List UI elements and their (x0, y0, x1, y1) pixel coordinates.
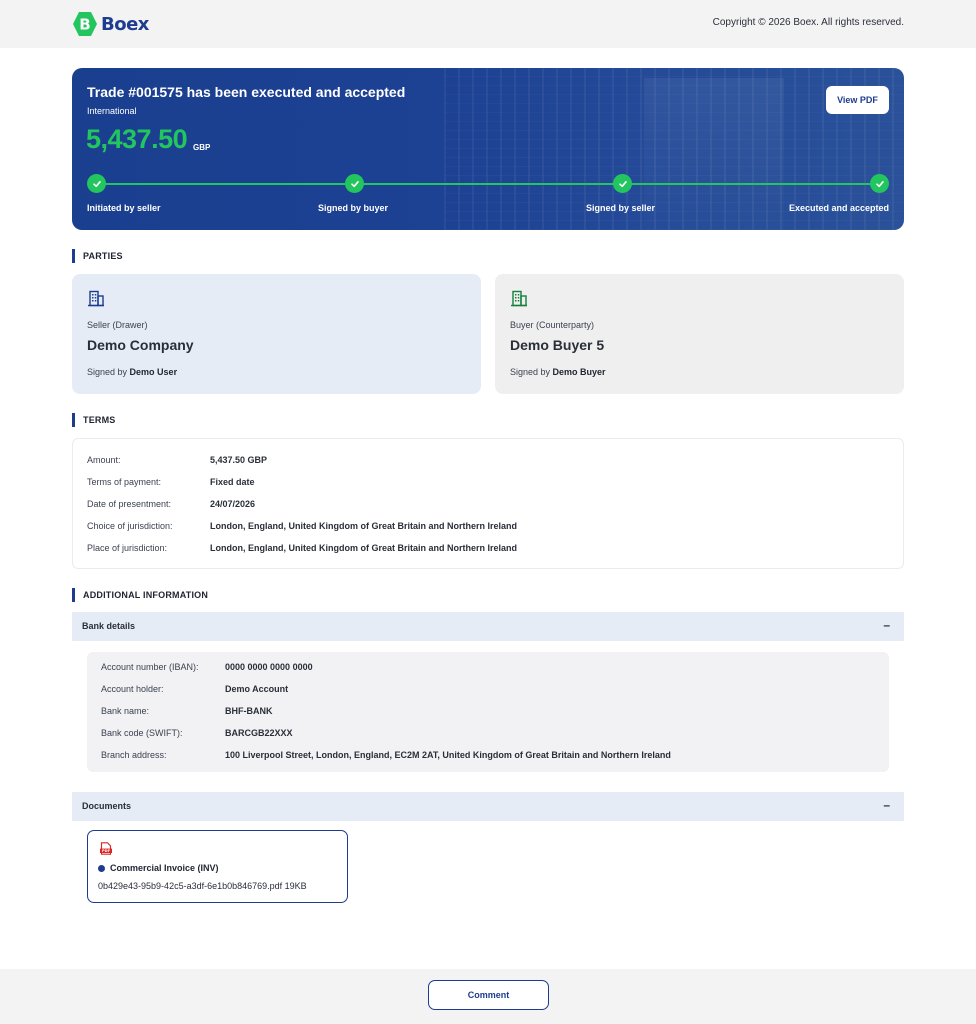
bank-label: Bank code (SWIFT): (101, 728, 183, 738)
bank-value: BARCGB22XXX (225, 728, 293, 738)
seller-signed-by: Signed by Demo User (87, 367, 178, 377)
buyer-card: Buyer (Counterparty) Demo Buyer 5 Signed… (495, 274, 904, 394)
bank-value: Demo Account (225, 684, 289, 694)
bank-value: 0000 0000 0000 0000 (225, 662, 313, 672)
documents-title: Documents (82, 801, 132, 811)
building-icon (511, 290, 527, 307)
buyer-signed-by: Signed by Demo Buyer (510, 367, 606, 377)
step-check-icon (345, 174, 364, 193)
parties-section-title: PARTIES (72, 249, 123, 263)
terms-label: Place of jurisdiction: (87, 543, 168, 553)
terms-value: 24/07/2026 (210, 499, 256, 509)
terms-label: Terms of payment: (87, 477, 162, 487)
logo-hexagon-icon: B (73, 12, 97, 36)
step-check-icon (613, 174, 632, 193)
terms-label: Date of presentment: (87, 499, 172, 509)
trade-currency: GBP (193, 143, 211, 152)
bank-label: Branch address: (101, 750, 167, 760)
step-label-initiated: Initiated by seller (87, 203, 161, 213)
terms-label: Amount: (87, 455, 121, 465)
pdf-file-icon: PDF (100, 842, 112, 855)
buyer-name: Demo Buyer 5 (510, 337, 605, 353)
terms-value: 5,437.50 GBP (210, 455, 268, 465)
terms-value: London, England, United Kingdom of Great… (210, 543, 517, 553)
bank-label: Account number (IBAN): (101, 662, 199, 672)
bank-label: Account holder: (101, 684, 164, 694)
document-filename[interactable]: 0b429e43-95b9-42c5-a3df-6e1b0b846769.pdf… (98, 881, 307, 891)
bank-details-accordion-header[interactable]: Bank details – (72, 612, 904, 641)
bank-value: BHF-BANK (225, 706, 273, 716)
step-check-icon (870, 174, 889, 193)
collapse-icon[interactable]: – (883, 618, 890, 632)
document-card[interactable]: PDF Commercial Invoice (INV) 0b429e43-95… (87, 830, 348, 903)
terms-label: Choice of jurisdiction: (87, 521, 173, 531)
copyright-text: Copyright © 2026 Boex. All rights reserv… (712, 17, 904, 28)
document-title: Commercial Invoice (INV) (110, 863, 219, 873)
boex-logo[interactable]: B Boex (72, 11, 149, 37)
trade-type: International (87, 106, 137, 116)
svg-text:PDF: PDF (102, 849, 111, 853)
step-label-signed-seller: Signed by seller (586, 203, 656, 213)
svg-text:B: B (79, 16, 90, 34)
bank-value: 100 Liverpool Street, London, England, E… (225, 750, 671, 760)
documents-accordion-header[interactable]: Documents – (72, 792, 904, 821)
trade-status-banner: Trade #001575 has been executed and acce… (72, 68, 904, 230)
top-bar: B Boex Copyright © 2026 Boex. All rights… (0, 0, 976, 48)
seller-role: Seller (Drawer) (87, 320, 148, 330)
bank-details-panel: Account number (IBAN): 0000 0000 0000 00… (87, 652, 889, 772)
seller-name: Demo Company (87, 337, 194, 353)
trade-amount: 5,437.50 (86, 124, 188, 154)
terms-table: Amount: 5,437.50 GBP Terms of payment: F… (72, 438, 904, 569)
seller-card: Seller (Drawer) Demo Company Signed by D… (72, 274, 481, 394)
trade-title: Trade #001575 has been executed and acce… (87, 84, 406, 100)
banner-background-building (644, 78, 784, 230)
document-status-dot (98, 865, 105, 872)
buyer-role: Buyer (Counterparty) (510, 320, 595, 330)
step-check-icon (87, 174, 106, 193)
comment-button[interactable]: Comment (428, 980, 549, 1010)
additional-info-section-title: ADDITIONAL INFORMATION (72, 588, 208, 602)
progress-line (96, 183, 880, 185)
terms-section-title: TERMS (72, 413, 116, 427)
step-label-signed-buyer: Signed by buyer (318, 203, 389, 213)
step-label-executed: Executed and accepted (788, 203, 889, 213)
collapse-icon[interactable]: – (883, 798, 890, 812)
view-pdf-button[interactable]: View PDF (826, 86, 889, 114)
footer-bar: Comment (0, 969, 976, 1024)
bank-label: Bank name: (101, 706, 150, 716)
terms-value: Fixed date (210, 477, 255, 487)
building-icon (88, 290, 104, 307)
terms-value: London, England, United Kingdom of Great… (210, 521, 517, 531)
bank-details-title: Bank details (82, 621, 136, 631)
brand-name: Boex (101, 13, 149, 35)
